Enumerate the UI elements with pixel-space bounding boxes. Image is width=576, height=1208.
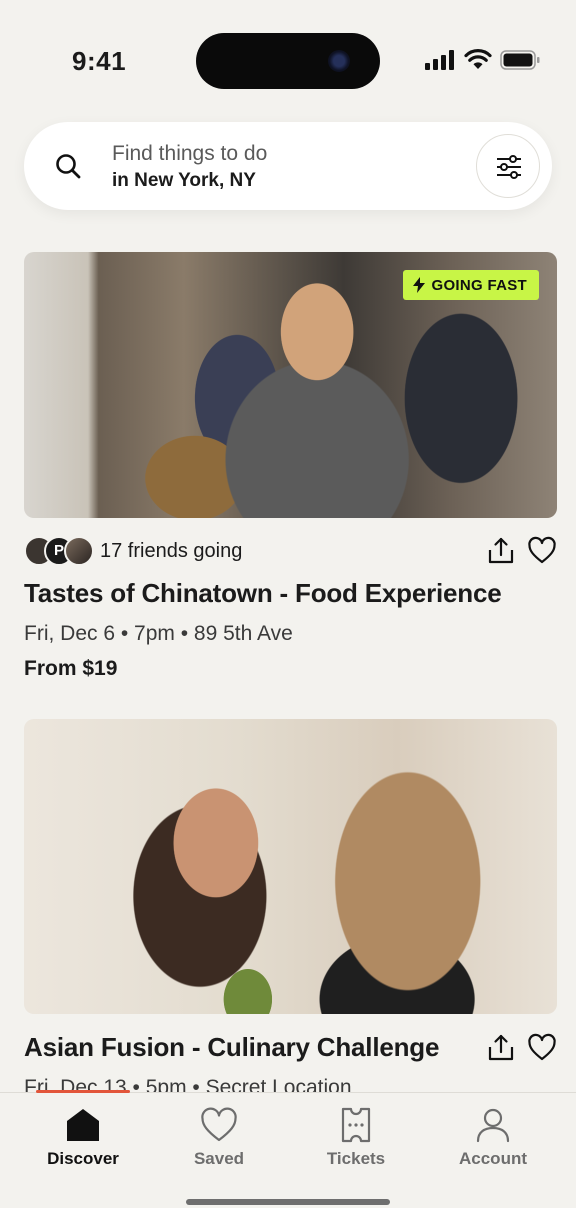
event-image[interactable]: GOING FAST bbox=[24, 252, 557, 518]
status-bar: 9:41 bbox=[0, 0, 576, 110]
search-bar[interactable]: Find things to do in New York, NY bbox=[24, 122, 552, 210]
dynamic-island bbox=[196, 33, 380, 89]
share-icon[interactable] bbox=[486, 1033, 516, 1063]
event-title[interactable]: Tastes of Chinatown - Food Experience bbox=[24, 578, 502, 609]
search-icon bbox=[56, 154, 81, 179]
home-indicator[interactable] bbox=[186, 1199, 390, 1205]
filter-button[interactable] bbox=[476, 134, 540, 198]
avatar bbox=[64, 536, 94, 566]
search-location: in New York, NY bbox=[112, 170, 256, 191]
heart-icon[interactable] bbox=[527, 536, 557, 566]
tab-bar: Discover Saved Tickets Account bbox=[0, 1092, 576, 1208]
home-icon bbox=[67, 1109, 99, 1141]
wifi-icon bbox=[464, 49, 492, 69]
going-fast-badge: GOING FAST bbox=[403, 270, 539, 300]
status-time: 9:41 bbox=[72, 46, 127, 76]
date-link-underline bbox=[36, 1090, 130, 1093]
friends-going-text[interactable]: 17 friends going bbox=[100, 540, 242, 563]
tab-label: Discover bbox=[47, 1149, 119, 1168]
tab-tickets[interactable]: Tickets bbox=[301, 1107, 411, 1169]
camera-icon bbox=[328, 50, 350, 72]
tab-label: Tickets bbox=[326, 1149, 386, 1168]
heart-icon bbox=[201, 1107, 237, 1142]
heart-icon[interactable] bbox=[527, 1033, 557, 1063]
badge-label: GOING FAST bbox=[431, 276, 527, 294]
lightning-icon bbox=[413, 277, 426, 293]
filter-sliders-icon bbox=[497, 155, 521, 179]
search-placeholder: Find things to do bbox=[112, 142, 268, 165]
event-meta: Fri, Dec 6 • 7pm • 89 5th Ave bbox=[24, 622, 293, 645]
tab-label: Account bbox=[459, 1149, 527, 1168]
tab-account[interactable]: Account bbox=[438, 1107, 548, 1169]
cellular-signal-icon bbox=[425, 50, 454, 70]
tab-discover[interactable]: Discover bbox=[28, 1107, 138, 1169]
ticket-icon bbox=[341, 1107, 371, 1143]
share-icon[interactable] bbox=[486, 536, 516, 566]
event-price: From $19 bbox=[24, 657, 118, 680]
event-title[interactable]: Asian Fusion - Culinary Challenge bbox=[24, 1032, 439, 1063]
event-image[interactable] bbox=[24, 719, 557, 1014]
battery-icon bbox=[500, 50, 540, 70]
person-icon bbox=[476, 1108, 510, 1143]
tab-label: Saved bbox=[193, 1149, 245, 1168]
tab-saved[interactable]: Saved bbox=[164, 1107, 274, 1169]
